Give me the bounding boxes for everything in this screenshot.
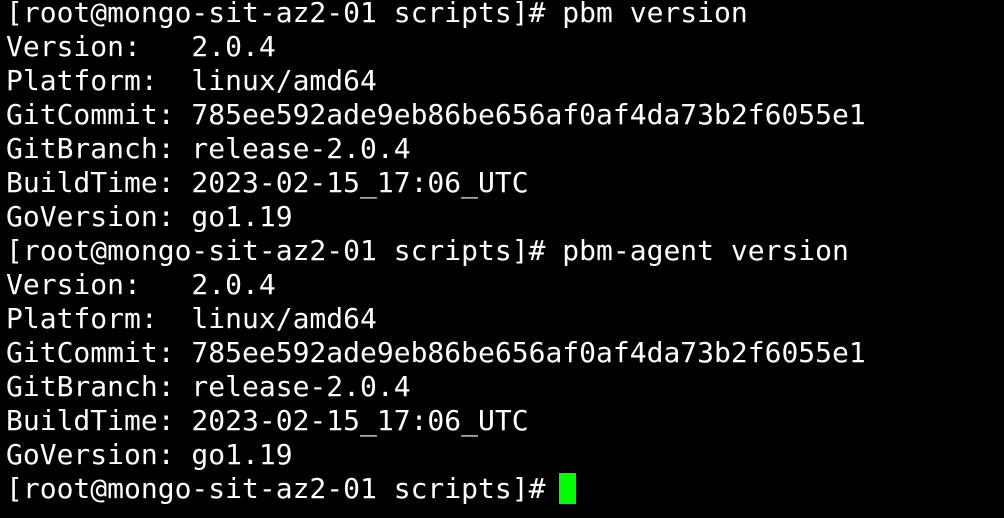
output-version: Version: 2.0.4 bbox=[6, 268, 276, 301]
terminal-window[interactable]: [root@mongo-sit-az2-01 scripts]# pbm ver… bbox=[0, 0, 1004, 518]
output-gitcommit: GitCommit: 785ee592ade9eb86be656af0af4da… bbox=[6, 98, 866, 131]
prompt-line[interactable]: [root@mongo-sit-az2-01 scripts]# bbox=[6, 472, 1004, 506]
output-buildtime: BuildTime: 2023-02-15_17:06_UTC bbox=[6, 404, 529, 437]
output-gitcommit: GitCommit: 785ee592ade9eb86be656af0af4da… bbox=[6, 336, 866, 369]
output-version: Version: 2.0.4 bbox=[6, 30, 276, 63]
output-goversion: GoVersion: go1.19 bbox=[6, 438, 293, 471]
command-line-pbm-agent-version: [root@mongo-sit-az2-01 scripts]# pbm-age… bbox=[6, 234, 849, 267]
output-gitbranch: GitBranch: release-2.0.4 bbox=[6, 132, 411, 165]
output-gitbranch: GitBranch: release-2.0.4 bbox=[6, 370, 411, 403]
output-platform: Platform: linux/amd64 bbox=[6, 64, 377, 97]
prompt: [root@mongo-sit-az2-01 scripts]# bbox=[6, 472, 546, 505]
command-line-pbm-version: [root@mongo-sit-az2-01 scripts]# pbm ver… bbox=[6, 0, 748, 29]
output-platform: Platform: linux/amd64 bbox=[6, 302, 377, 335]
output-buildtime: BuildTime: 2023-02-15_17:06_UTC bbox=[6, 166, 529, 199]
output-goversion: GoVersion: go1.19 bbox=[6, 200, 293, 233]
cursor bbox=[559, 473, 577, 504]
